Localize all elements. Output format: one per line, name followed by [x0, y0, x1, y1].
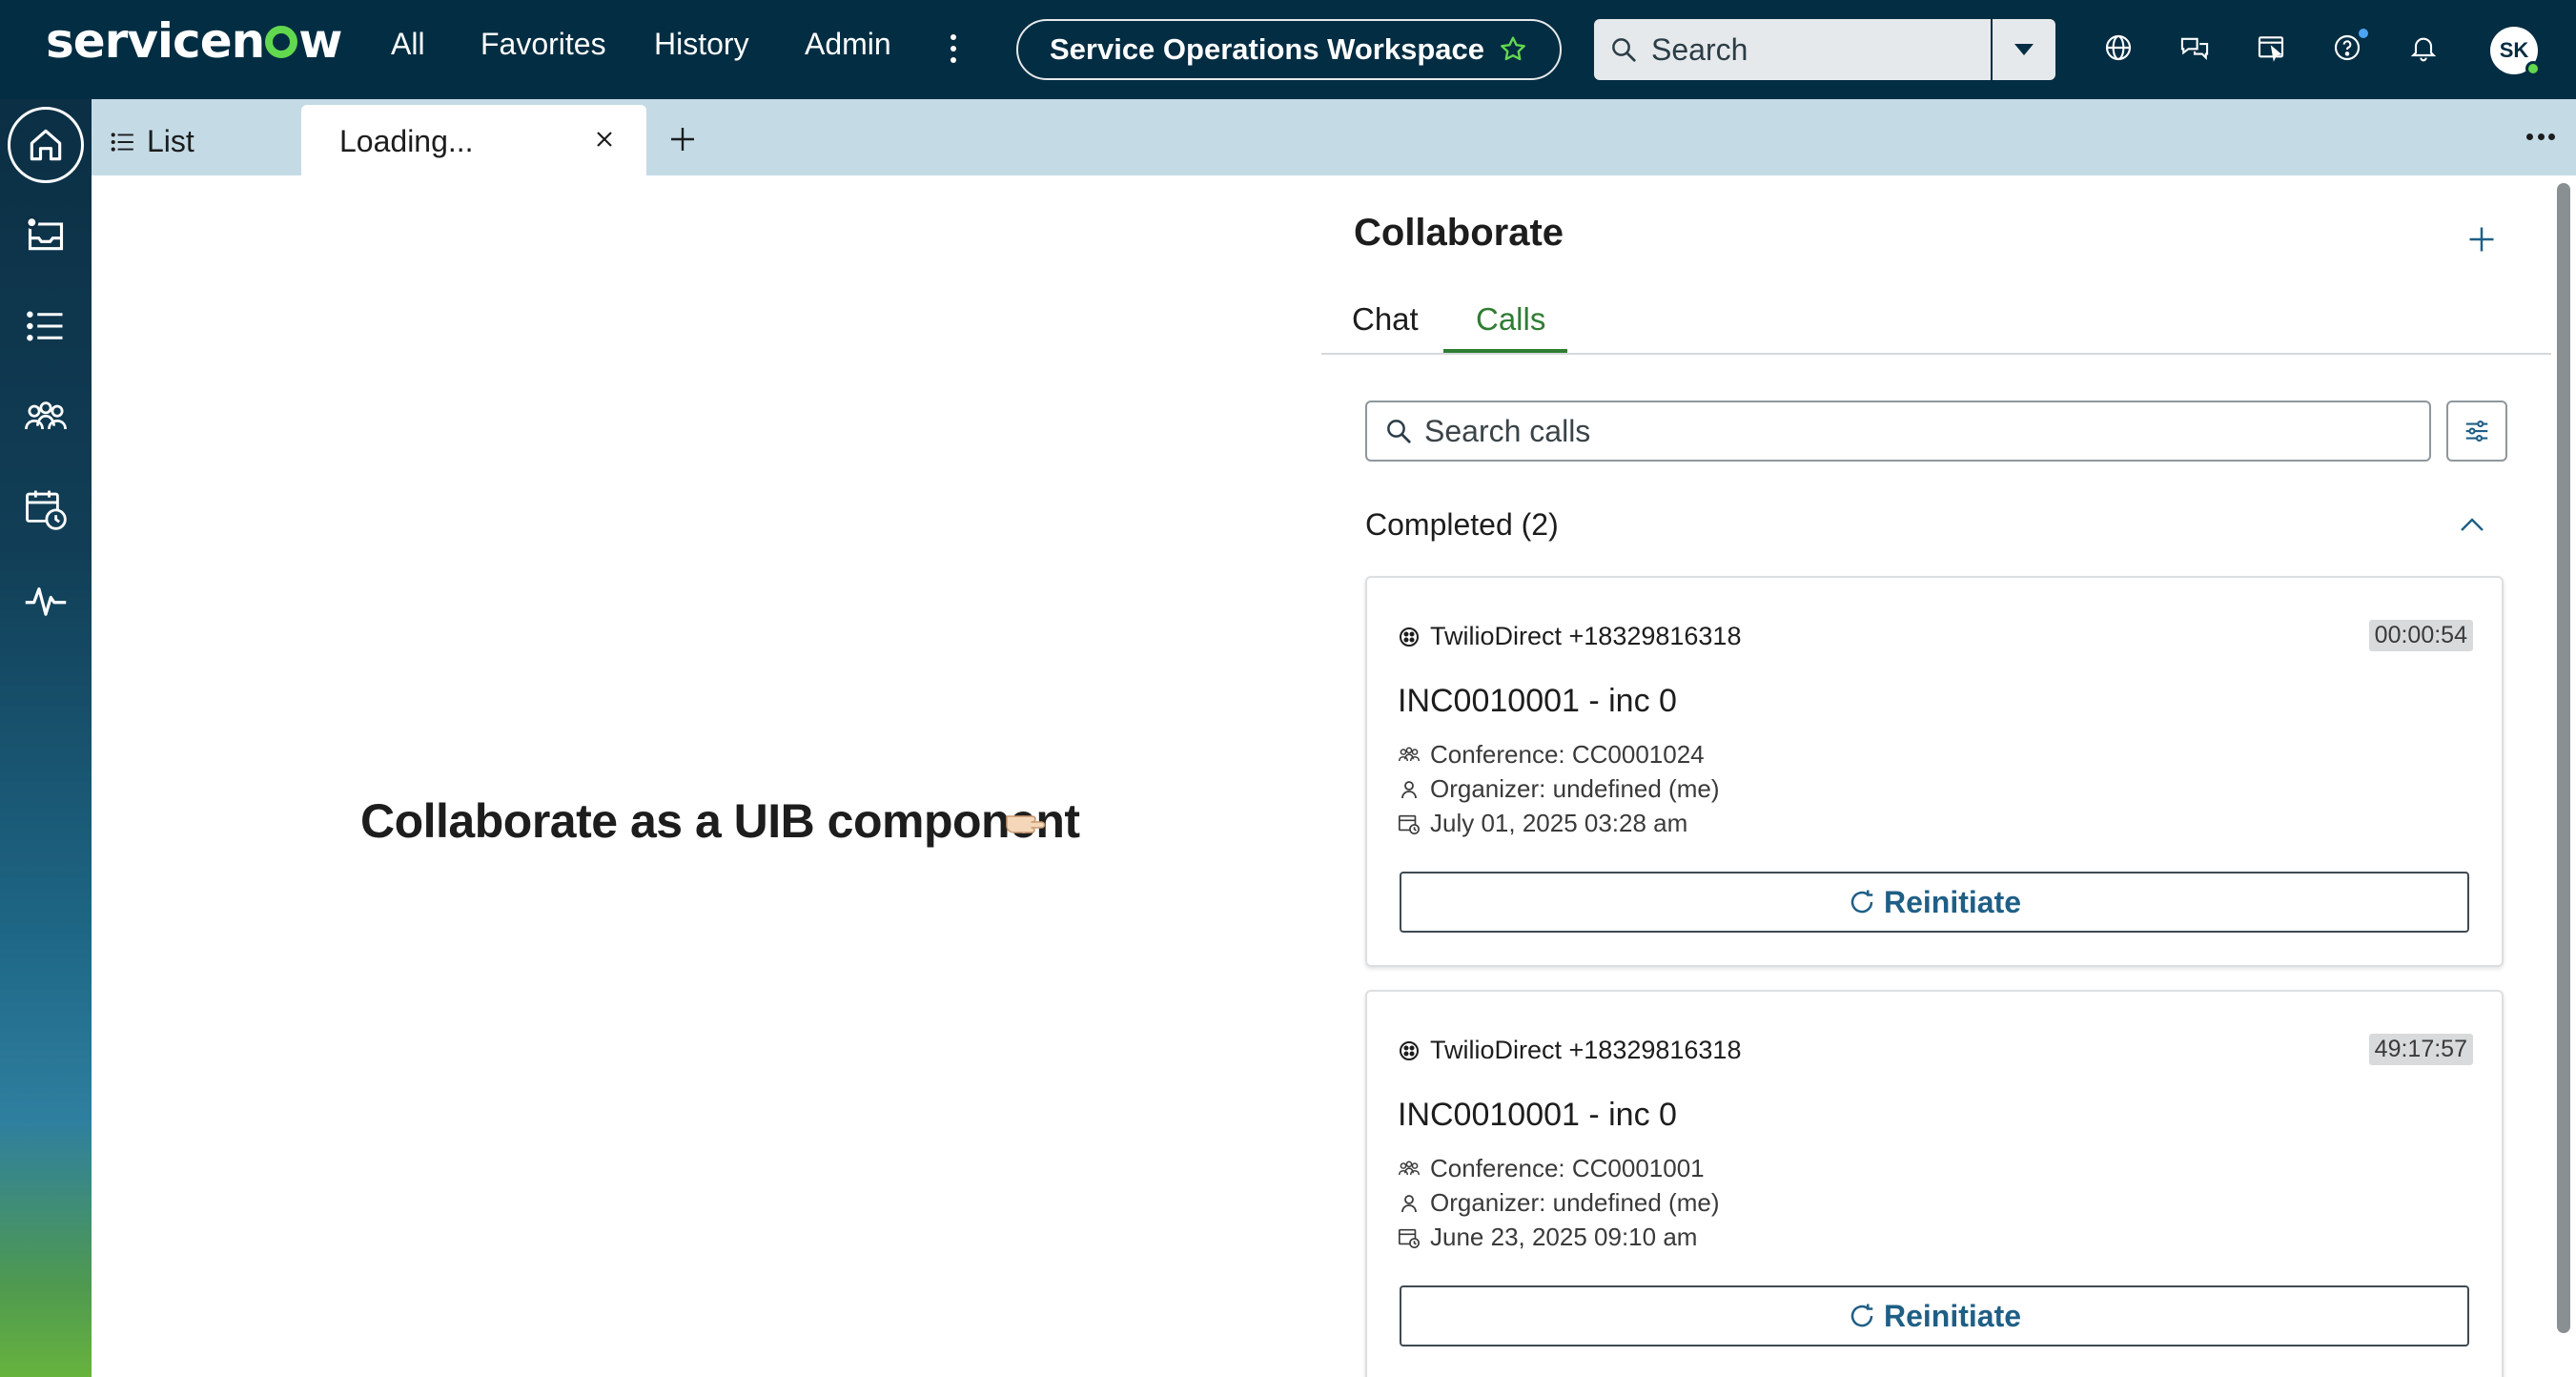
user-icon [1401, 1194, 1417, 1212]
user-icon [1401, 780, 1417, 798]
tab-calls[interactable]: Calls [1476, 301, 1545, 338]
call-conference: Conference: CC0001024 [1398, 740, 1705, 770]
tab-list[interactable]: List [111, 124, 194, 159]
list-icon[interactable] [8, 288, 84, 364]
call-duration-badge: 49:17:57 [2368, 1034, 2473, 1065]
call-card[interactable]: TwilioDirect +18329816318 49:17:57 INC00… [1365, 990, 2504, 1377]
search-calls-placeholder: Search calls [1424, 413, 1591, 448]
nav-favorites[interactable]: Favorites [480, 27, 606, 62]
more-menu-icon[interactable] [942, 32, 965, 65]
call-provider: TwilioDirect +18329816318 [1398, 622, 1741, 651]
globe-icon[interactable] [2099, 29, 2137, 67]
refresh-icon [1850, 890, 1873, 914]
pulse-icon[interactable] [8, 563, 84, 639]
refresh-icon [1850, 1304, 1873, 1327]
chat-icon[interactable] [2176, 29, 2214, 67]
servicenow-logo[interactable]: servicen w [46, 13, 342, 69]
pointing-hand-icon [1006, 815, 1046, 833]
close-icon[interactable] [593, 128, 616, 151]
call-provider-text: TwilioDirect +18329816318 [1430, 1036, 1742, 1064]
presence-indicator [2525, 61, 2541, 76]
add-icon[interactable] [2467, 225, 2496, 254]
search-calls-input[interactable]: Search calls [1365, 401, 2431, 462]
bell-icon[interactable] [2404, 29, 2443, 67]
tab-list-label: List [147, 124, 194, 158]
scrollbar-thumb[interactable] [2557, 183, 2570, 1333]
filter-button[interactable] [2446, 401, 2507, 462]
people-icon [1398, 747, 1421, 761]
list-icon [111, 132, 133, 152]
people-icon[interactable] [8, 380, 84, 456]
call-date: June 23, 2025 09:10 am [1398, 1223, 1697, 1252]
sliders-icon [2465, 420, 2488, 442]
help-notification-dot [2357, 27, 2370, 40]
inbox-icon[interactable] [8, 196, 84, 273]
user-avatar[interactable]: SK [2490, 27, 2541, 76]
more-tabs-icon[interactable] [2526, 134, 2555, 143]
tab-chat[interactable]: Chat [1352, 301, 1419, 338]
top-header: servicen w All Favorites History Admin Se… [0, 0, 2576, 99]
search-scope-dropdown[interactable] [1993, 19, 2055, 80]
search-icon [1387, 420, 1411, 443]
nav-admin[interactable]: Admin [805, 27, 891, 62]
people-icon [1398, 1161, 1421, 1175]
caret-down-icon [2014, 44, 2034, 55]
left-rail [0, 99, 92, 1377]
call-provider: TwilioDirect +18329816318 [1398, 1036, 1741, 1065]
nav-all[interactable]: All [391, 27, 425, 62]
call-conference: Conference: CC0001001 [1398, 1154, 1705, 1183]
active-tab-indicator [1443, 349, 1567, 353]
uib-heading: Collaborate as a UIB component [360, 794, 1080, 848]
collaborate-title: Collaborate [1354, 212, 1564, 254]
chevron-up-icon[interactable] [2458, 513, 2486, 536]
call-title: INC0010001 - inc 0 [1398, 683, 1677, 719]
reinitiate-button[interactable]: Reinitiate [1400, 872, 2469, 933]
call-duration-badge: 00:00:54 [2368, 620, 2473, 651]
tab-loading-label: Loading... [339, 124, 474, 158]
completed-group-title: Completed (2) [1365, 507, 1559, 542]
add-tab-icon[interactable] [667, 124, 698, 154]
phone-provider-icon [1400, 1040, 1419, 1060]
workspace-icon[interactable] [2252, 29, 2290, 67]
workspace-pill[interactable]: Service Operations Workspace [1016, 19, 1562, 80]
call-organizer: Organizer: undefined (me) [1398, 1188, 1719, 1218]
star-icon[interactable] [1498, 34, 1528, 65]
nav-history[interactable]: History [654, 27, 749, 62]
workspace-label: Service Operations Workspace [1049, 32, 1485, 66]
calendar-clock-icon [1399, 814, 1420, 834]
call-title: INC0010001 - inc 0 [1398, 1097, 1677, 1133]
calendar-clock-icon[interactable] [8, 471, 84, 547]
call-provider-text: TwilioDirect +18329816318 [1430, 622, 1742, 650]
collaborate-tabs: Chat Calls [1321, 296, 2551, 355]
search-icon [1612, 38, 1636, 62]
phone-provider-icon [1400, 627, 1419, 647]
global-search-input[interactable]: Search [1594, 19, 1991, 80]
call-card[interactable]: TwilioDirect +18329816318 00:00:54 INC00… [1365, 576, 2504, 967]
reinitiate-button[interactable]: Reinitiate [1400, 1285, 2469, 1346]
calendar-clock-icon [1399, 1228, 1420, 1248]
search-placeholder: Search [1651, 31, 1748, 67]
call-date: July 01, 2025 03:28 am [1398, 809, 1687, 838]
call-organizer: Organizer: undefined (me) [1398, 774, 1719, 804]
home-icon[interactable] [8, 107, 84, 183]
